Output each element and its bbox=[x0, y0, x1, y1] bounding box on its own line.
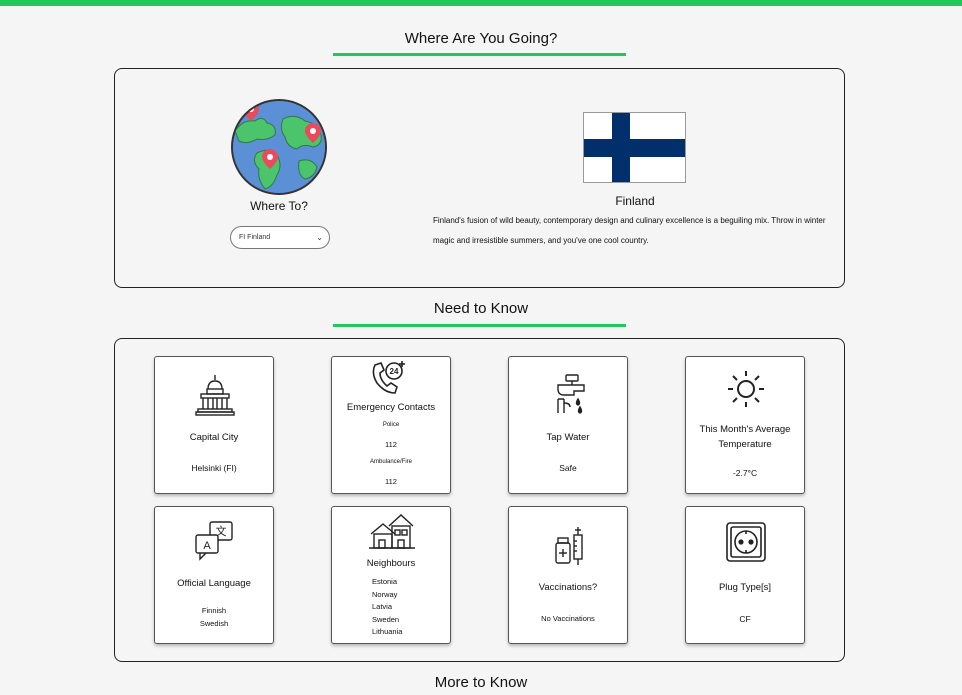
vaccine-icon bbox=[544, 525, 594, 569]
chevron-down-icon: ⌄ bbox=[316, 233, 323, 242]
temperature-value: -2.7°C bbox=[732, 468, 758, 478]
neighbour-item: Lithuania bbox=[372, 627, 403, 636]
ambulance-label: Ambulance/Fire bbox=[369, 459, 413, 465]
neighbours-list: Estonia Norway Latvia Sweden Lithuania bbox=[372, 576, 442, 639]
capital-city-title: Capital City bbox=[189, 432, 239, 443]
capital-city-card: Capital City Helsinki (FI) bbox=[154, 356, 274, 494]
capital-city-value: Helsinki (FI) bbox=[191, 463, 237, 473]
language-list: Finnish Swedish bbox=[159, 605, 269, 630]
title-underline bbox=[333, 53, 626, 56]
capitol-building-icon bbox=[190, 373, 240, 417]
police-label: Police bbox=[382, 422, 400, 428]
plug-type-card: Plug Type[s] CF bbox=[685, 506, 805, 644]
plug-type-value: CF bbox=[739, 614, 751, 624]
selected-country-value: FI Finland bbox=[239, 234, 271, 241]
temperature-title: This Month's Average Temperature bbox=[699, 424, 791, 450]
official-language-title: Official Language bbox=[177, 578, 251, 589]
neighbour-item: Sweden bbox=[372, 614, 400, 624]
neighbour-item: Estonia bbox=[372, 577, 398, 586]
neighbour-item: Latvia bbox=[372, 602, 393, 611]
emergency-contacts-title: Emergency Contacts bbox=[346, 402, 436, 413]
police-number: 112 bbox=[385, 440, 397, 449]
official-language-card: 文 A Official Language Finnish Swedish bbox=[154, 506, 274, 644]
tap-water-card: Tap Water Safe bbox=[508, 356, 628, 494]
plug-type-title: Plug Type[s] bbox=[718, 582, 772, 593]
svg-text:24: 24 bbox=[390, 367, 399, 376]
country-name: Finland bbox=[615, 194, 655, 208]
where-to-label: Where To? bbox=[250, 199, 308, 213]
vaccinations-card: Vaccinations? No Vaccinations bbox=[508, 506, 628, 644]
tap-water-title: Tap Water bbox=[546, 432, 590, 443]
tap-water-value: Safe bbox=[559, 463, 577, 473]
neighbours-card: Neighbours Estonia Norway Latvia Sweden … bbox=[331, 506, 451, 644]
need-to-know-panel: Capital City Helsinki (FI) 24 Emergency … bbox=[114, 338, 845, 662]
language-item: Swedish bbox=[199, 618, 229, 628]
temperature-card: This Month's Average Temperature -2.7°C bbox=[685, 356, 805, 494]
24-hour-phone-icon: 24 bbox=[367, 357, 417, 397]
emergency-contacts-card: 24 Emergency Contacts Police 112 Ambulan… bbox=[331, 356, 451, 494]
country-select[interactable]: FI Finland ⌄ bbox=[230, 226, 330, 249]
houses-icon bbox=[367, 512, 417, 556]
more-to-know-heading: More to Know bbox=[434, 674, 528, 691]
neighbour-item: Norway bbox=[372, 589, 398, 599]
page-title: Where Are You Going? bbox=[404, 30, 558, 47]
vaccinations-title: Vaccinations? bbox=[538, 582, 598, 593]
top-accent-bar bbox=[0, 0, 962, 6]
language-item: Finnish bbox=[201, 606, 227, 615]
country-description: Finland's fusion of wild beauty, contemp… bbox=[433, 216, 826, 245]
neighbours-title: Neighbours bbox=[366, 558, 416, 569]
sun-icon bbox=[721, 367, 771, 411]
ambulance-number: 112 bbox=[385, 477, 397, 486]
vaccinations-value: No Vaccinations bbox=[541, 614, 595, 623]
need-to-know-underline bbox=[333, 324, 626, 327]
destination-panel: Where To? FI Finland ⌄ Finland Finland's… bbox=[114, 68, 845, 288]
translate-icon: 文 A bbox=[190, 519, 240, 563]
country-flag bbox=[583, 112, 686, 183]
need-to-know-heading: Need to Know bbox=[433, 300, 529, 317]
water-tap-icon bbox=[544, 373, 594, 417]
power-socket-icon bbox=[721, 521, 771, 565]
svg-text:A: A bbox=[203, 540, 211, 552]
globe-icon bbox=[231, 99, 327, 195]
